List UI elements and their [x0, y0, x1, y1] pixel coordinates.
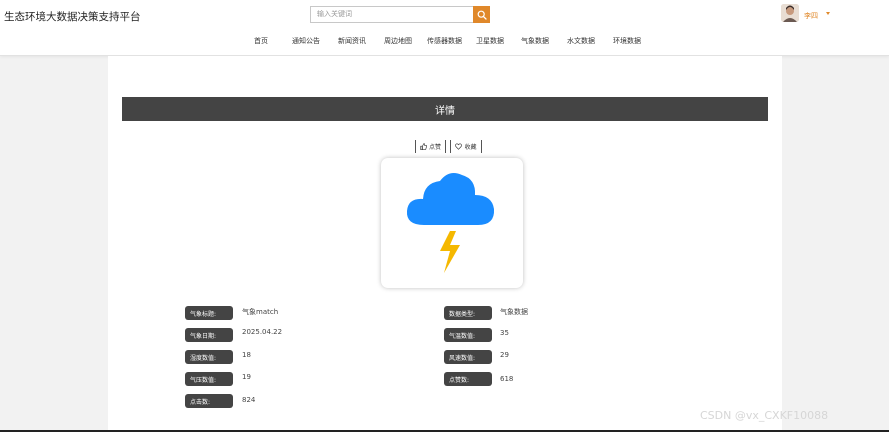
watermark: CSDN @vx_CXKF10088: [700, 409, 829, 422]
search-input[interactable]: [310, 6, 474, 23]
nav-item-notices[interactable]: 通知公告: [292, 36, 320, 46]
search-icon: [477, 10, 487, 20]
field-label-wind-speed: 风速数值:: [444, 350, 492, 364]
search-button[interactable]: [473, 6, 490, 23]
site-title: 生态环境大数据决策支持平台: [4, 11, 141, 23]
field-label-weather-date: 气象日期:: [185, 328, 233, 342]
heart-icon: [455, 143, 463, 150]
nav-item-hydrology-data[interactable]: 水文数据: [567, 36, 595, 46]
weather-image-card: [381, 158, 523, 288]
field-value-temperature: 35: [500, 329, 509, 337]
field-label-click-count: 点击数:: [185, 394, 233, 408]
nav-item-news[interactable]: 新闻资讯: [338, 36, 366, 46]
user-name[interactable]: 李四: [804, 11, 818, 21]
like-label: 点赞: [429, 144, 442, 151]
nav-item-satellite-data[interactable]: 卫星数据: [476, 36, 504, 46]
favorite-button[interactable]: 收藏: [450, 140, 482, 153]
field-value-like-count: 618: [500, 375, 514, 383]
field-value-wind-speed: 29: [500, 351, 509, 359]
nav-item-sensor-data[interactable]: 传感器数据: [427, 36, 462, 46]
detail-title-bar: 详情: [122, 97, 768, 121]
field-label-humidity: 湿度数值:: [185, 350, 233, 364]
field-value-click-count: 824: [242, 396, 256, 404]
field-value-pressure: 19: [242, 373, 251, 381]
field-label-pressure: 气压数值:: [185, 372, 233, 386]
avatar-image: [781, 4, 799, 22]
nav-item-home[interactable]: 首页: [254, 36, 268, 46]
field-value-humidity: 18: [242, 351, 251, 359]
nav-item-environment-data[interactable]: 环境数据: [613, 36, 641, 46]
nav-item-map[interactable]: 周边地图: [384, 36, 412, 46]
detail-title: 详情: [435, 105, 455, 117]
chevron-down-icon[interactable]: [826, 12, 830, 15]
field-label-data-type: 数据类型:: [444, 306, 492, 320]
favorite-label: 收藏: [464, 144, 477, 151]
field-value-data-type: 气象数据: [500, 308, 528, 316]
main-nav: 首页 通知公告 新闻资讯 周边地图 传感器数据 卫星数据 气象数据 水文数据 环…: [0, 36, 889, 48]
thumbs-up-icon: [420, 143, 427, 150]
field-value-weather-date: 2025.04.22: [242, 328, 283, 336]
nav-item-weather-data[interactable]: 气象数据: [521, 36, 549, 46]
top-header: 生态环境大数据决策支持平台 李四 首页 通知公告 新闻资讯 周边地图 传感器数据…: [0, 0, 889, 56]
field-label-temperature: 气温数值:: [444, 328, 492, 342]
field-value-weather-title: 气象match: [242, 308, 279, 316]
thunderstorm-icon: [406, 173, 495, 273]
field-label-weather-title: 气象标题:: [185, 306, 233, 320]
field-label-like-count: 点赞数:: [444, 372, 492, 386]
like-button[interactable]: 点赞: [415, 140, 446, 153]
avatar[interactable]: [781, 4, 799, 22]
